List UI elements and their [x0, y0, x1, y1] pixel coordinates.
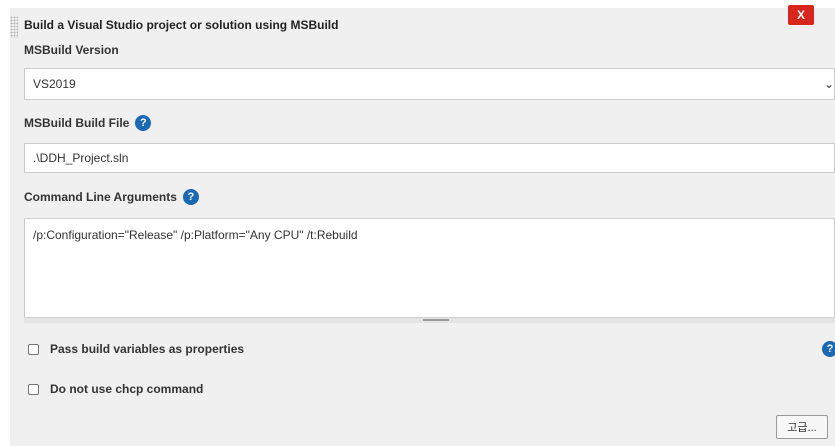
- command-line-label-text: Command Line Arguments: [24, 190, 177, 204]
- build-file-value: .\DDH_Project.sln: [33, 151, 129, 165]
- chevron-down-icon: ⌄: [823, 77, 834, 91]
- resize-grip-icon[interactable]: [423, 319, 449, 321]
- help-icon[interactable]: ?: [822, 341, 835, 357]
- command-line-value: /p:Configuration="Release" /p:Platform="…: [33, 228, 358, 242]
- msbuild-version-selected: VS2019: [33, 77, 76, 91]
- msbuild-version-select[interactable]: VS2019 ⌄: [24, 68, 835, 100]
- delete-step-button[interactable]: X: [788, 5, 814, 25]
- drag-handle-icon[interactable]: [10, 16, 18, 38]
- pass-build-variables-checkbox[interactable]: [28, 343, 39, 355]
- help-icon[interactable]: ?: [135, 115, 152, 131]
- build-file-input[interactable]: .\DDH_Project.sln: [24, 143, 835, 173]
- msbuild-version-label-text: MSBuild Version: [24, 43, 119, 57]
- build-file-label-text: MSBuild Build File: [24, 116, 130, 130]
- advanced-button[interactable]: 고급...: [776, 415, 828, 439]
- command-line-label: Command Line Arguments ?: [24, 189, 199, 205]
- pass-build-variables-label: Pass build variables as properties: [50, 342, 245, 356]
- no-chcp-label: Do not use chcp command: [50, 382, 204, 396]
- command-line-textarea[interactable]: /p:Configuration="Release" /p:Platform="…: [24, 218, 835, 318]
- section-title: Build a Visual Studio project or solutio…: [24, 18, 339, 32]
- pass-build-variables-option[interactable]: Pass build variables as properties: [28, 342, 244, 356]
- no-chcp-checkbox[interactable]: [28, 383, 39, 395]
- build-file-label: MSBuild Build File ?: [24, 115, 152, 131]
- help-icon[interactable]: ?: [182, 189, 199, 205]
- no-chcp-option[interactable]: Do not use chcp command: [28, 382, 203, 396]
- msbuild-version-label: MSBuild Version: [24, 43, 119, 57]
